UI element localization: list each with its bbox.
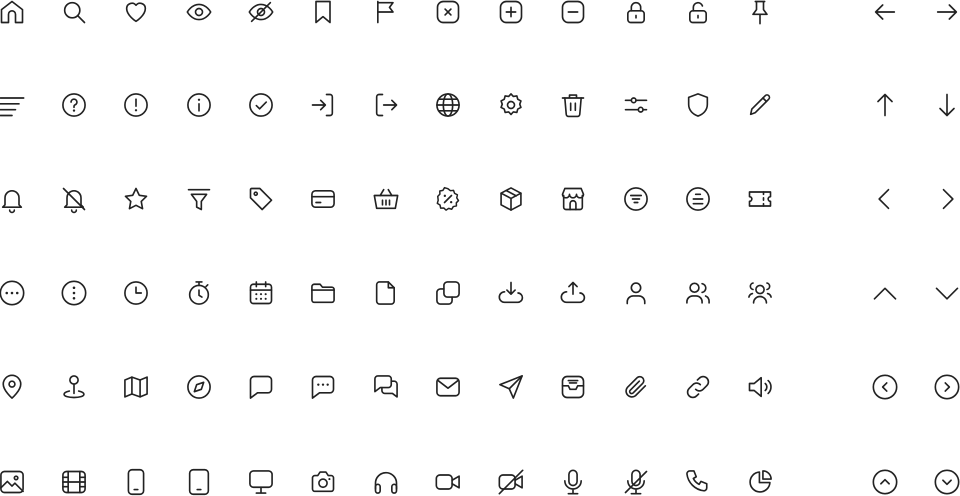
flag-icon: [372, 0, 400, 26]
users-icon: [684, 279, 712, 307]
home-icon: [0, 0, 26, 26]
filter-icon: [185, 185, 213, 213]
minus-square-icon: [559, 0, 587, 26]
chats-icon: [372, 373, 400, 401]
chevron-left-icon: [871, 185, 899, 213]
shield-icon: [684, 91, 712, 119]
user-icon: [622, 279, 650, 307]
chevron-up-icon: [871, 279, 899, 307]
box-icon: [497, 185, 525, 213]
credit-card-icon: [309, 185, 337, 213]
link-icon: [684, 373, 712, 401]
settings-icon: [497, 91, 525, 119]
help-circle-icon: [60, 91, 88, 119]
eye-off-icon: [247, 0, 275, 26]
alert-circle-icon: [122, 91, 150, 119]
file-icon: [372, 279, 400, 307]
monitor-icon: [247, 468, 275, 496]
mic-icon: [559, 468, 587, 496]
camera-icon: [309, 468, 337, 496]
stopwatch-icon: [185, 279, 213, 307]
globe-icon: [434, 91, 462, 119]
send-icon: [497, 373, 525, 401]
basket-icon: [372, 185, 400, 213]
arrow-left-icon: [871, 0, 899, 26]
user-group-icon: [746, 279, 774, 307]
pin-icon: [746, 0, 774, 26]
menu-icon: [0, 91, 26, 119]
compass-icon: [185, 373, 213, 401]
arrow-up-icon: [871, 91, 899, 119]
arrow-right-icon: [933, 0, 960, 26]
bookmark-icon: [309, 0, 337, 26]
tablet-icon: [185, 468, 213, 496]
headphones-icon: [372, 468, 400, 496]
paperclip-icon: [622, 373, 650, 401]
close-square-icon: [434, 0, 462, 26]
lock-icon: [622, 0, 650, 26]
mail-icon: [434, 373, 462, 401]
download-cloud-icon: [497, 279, 525, 307]
chevron-left-circle-icon: [871, 373, 899, 401]
login-icon: [309, 91, 337, 119]
chevron-right-circle-icon: [933, 373, 960, 401]
chat-dots-icon: [309, 373, 337, 401]
map-pin-icon: [0, 373, 26, 401]
list-circle-icon: [684, 185, 712, 213]
plus-square-icon: [497, 0, 525, 26]
pencil-icon: [746, 91, 774, 119]
more-vertical-icon: [60, 279, 88, 307]
eye-icon: [185, 0, 213, 26]
chevron-right-icon: [933, 185, 960, 213]
chevron-down-circle-icon: [933, 468, 960, 496]
tag-icon: [247, 185, 275, 213]
unlock-icon: [684, 0, 712, 26]
map-icon: [122, 373, 150, 401]
more-horizontal-icon: [0, 279, 26, 307]
chevron-up-circle-icon: [871, 468, 899, 496]
inbox-icon: [559, 373, 587, 401]
mic-off-icon: [622, 468, 650, 496]
discount-badge-icon: [434, 185, 462, 213]
chevron-down-icon: [933, 279, 960, 307]
icon-grid: [0, 0, 960, 496]
clock-icon: [122, 279, 150, 307]
star-icon: [122, 185, 150, 213]
store-icon: [559, 185, 587, 213]
search-icon: [60, 0, 88, 26]
bell-off-icon: [60, 185, 88, 214]
filter-circle-icon: [622, 185, 650, 213]
phone-icon: [684, 468, 712, 496]
video-icon: [434, 468, 462, 496]
bell-icon: [0, 185, 26, 214]
heart-icon: [122, 0, 150, 26]
sliders-icon: [622, 91, 650, 119]
film-icon: [60, 468, 88, 496]
video-off-icon: [497, 468, 525, 496]
volume-icon: [746, 373, 774, 401]
calendar-icon: [247, 279, 275, 307]
ticket-icon: [746, 185, 774, 213]
trash-icon: [559, 91, 587, 119]
folder-icon: [309, 279, 337, 307]
chat-icon: [247, 373, 275, 401]
info-circle-icon: [185, 91, 213, 119]
location-marker-icon: [60, 373, 88, 401]
arrow-down-icon: [933, 91, 960, 119]
smartphone-icon: [122, 468, 150, 496]
upload-cloud-icon: [559, 279, 587, 307]
image-icon: [0, 468, 26, 496]
check-circle-icon: [247, 91, 275, 119]
pie-chart-icon: [746, 468, 774, 496]
logout-icon: [372, 91, 400, 119]
copy-icon: [434, 279, 462, 307]
